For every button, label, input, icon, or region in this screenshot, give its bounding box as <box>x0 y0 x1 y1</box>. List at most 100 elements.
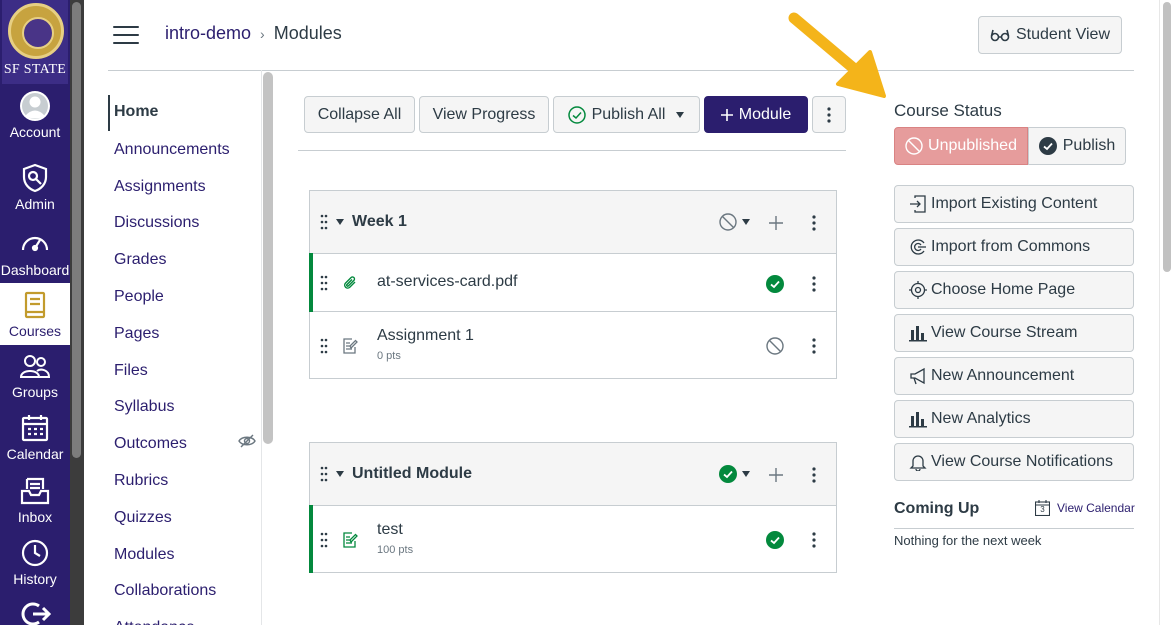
module-untitled: Untitled Module test 100 pts <box>309 442 837 573</box>
add-item-plus-icon[interactable] <box>769 468 783 482</box>
caret-down-icon[interactable] <box>336 471 344 477</box>
global-nav-label: Inbox <box>17 509 53 525</box>
caret-down-icon[interactable] <box>336 219 344 225</box>
module-publish-menu[interactable] <box>719 213 750 231</box>
kebab-icon[interactable] <box>812 467 816 483</box>
global-nav-dashboard[interactable]: Dashboard <box>0 228 70 290</box>
caret-down-icon <box>742 471 750 477</box>
global-nav-admin[interactable]: Admin <box>0 162 70 224</box>
global-nav-history[interactable]: History <box>0 537 70 599</box>
global-nav-label: Groups <box>12 384 58 400</box>
view-progress-label: View Progress <box>432 105 536 123</box>
paperclip-icon <box>344 276 356 289</box>
choose-home-page-button[interactable]: Choose Home Page <box>894 271 1134 309</box>
drag-handle-icon[interactable] <box>320 466 328 482</box>
new-announcement-button[interactable]: New Announcement <box>894 357 1134 395</box>
view-course-notifications-button[interactable]: View Course Notifications <box>894 443 1134 481</box>
check-circle-icon <box>567 105 586 124</box>
new-analytics-button[interactable]: New Analytics <box>894 400 1134 438</box>
global-nav-scrollbar[interactable] <box>70 0 84 625</box>
bell-icon <box>909 455 927 471</box>
check-circle-icon <box>1038 137 1057 155</box>
glasses-icon <box>990 29 1010 42</box>
drag-handle-icon[interactable] <box>320 532 328 548</box>
page-scrollbar[interactable] <box>1159 0 1173 625</box>
course-nav-rubrics[interactable]: Rubrics <box>114 472 168 490</box>
course-nav-files[interactable]: Files <box>114 362 148 380</box>
breadcrumb-current: Modules <box>273 23 342 43</box>
global-nav-label: Dashboard <box>0 262 70 278</box>
course-nav-attendance[interactable]: Attendance <box>114 619 195 625</box>
published-check-icon[interactable] <box>766 531 784 549</box>
course-nav-pages[interactable]: Pages <box>114 325 159 343</box>
global-nav: SF STATE Account Admin Dashboard Courses… <box>0 0 70 625</box>
calendar-icon <box>19 412 51 444</box>
course-nav-announcements[interactable]: Announcements <box>114 141 230 159</box>
publish-button[interactable]: Publish <box>1028 127 1126 165</box>
global-nav-inbox[interactable]: Inbox <box>0 475 70 537</box>
kebab-icon[interactable] <box>812 215 816 231</box>
kebab-icon[interactable] <box>812 276 816 292</box>
course-nav-modules[interactable]: Modules <box>114 546 174 564</box>
unpublished-icon[interactable] <box>766 337 784 355</box>
module-header[interactable]: Week 1 <box>310 191 836 254</box>
module-publish-menu[interactable] <box>719 465 750 483</box>
view-course-stream-button[interactable]: View Course Stream <box>894 314 1134 352</box>
course-nav-toggle-button[interactable] <box>113 26 139 46</box>
module-item[interactable]: test 100 pts <box>309 505 836 573</box>
admin-icon <box>19 162 51 194</box>
module-header[interactable]: Untitled Module <box>310 443 836 506</box>
course-nav-assignments[interactable]: Assignments <box>114 178 206 196</box>
plus-icon <box>720 108 733 121</box>
drag-handle-icon[interactable] <box>320 214 328 230</box>
import-existing-content-button[interactable]: Import Existing Content <box>894 185 1134 223</box>
module-item[interactable]: Assignment 1 0 pts <box>310 312 836 378</box>
global-nav-logout[interactable] <box>0 598 70 625</box>
global-nav-label: Calendar <box>6 446 64 462</box>
view-course-stream-label: View Course Stream <box>931 324 1078 341</box>
global-nav-groups[interactable]: Groups <box>0 350 70 412</box>
course-nav-people[interactable]: People <box>114 288 164 306</box>
collapse-all-button[interactable]: Collapse All <box>304 96 415 133</box>
course-nav-outcomes[interactable]: Outcomes <box>114 435 187 453</box>
global-nav-calendar[interactable]: Calendar <box>0 412 70 474</box>
global-nav-account[interactable]: Account <box>0 90 70 152</box>
global-nav-label: Admin <box>15 196 55 212</box>
course-nav-home[interactable]: Home <box>114 103 158 121</box>
unpublished-button[interactable]: Unpublished <box>894 127 1028 165</box>
import-from-commons-button[interactable]: Import from Commons <box>894 228 1134 266</box>
coming-up-divider <box>894 528 1134 529</box>
breadcrumb-course-link[interactable]: intro-demo <box>165 23 251 44</box>
view-progress-button[interactable]: View Progress <box>419 96 549 133</box>
unpublished-icon <box>719 213 737 231</box>
module-title: Week 1 <box>352 213 407 230</box>
view-calendar-link[interactable]: 3 View Calendar <box>1035 500 1135 516</box>
annotation-arrow-icon <box>788 12 886 98</box>
global-nav-courses[interactable]: Courses <box>0 283 70 345</box>
course-nav-syllabus[interactable]: Syllabus <box>114 398 174 416</box>
analytics-icon <box>909 412 927 428</box>
sf-state-logo[interactable]: SF STATE <box>2 0 68 84</box>
assignment-icon <box>343 338 358 354</box>
course-nav-grades[interactable]: Grades <box>114 251 166 269</box>
publish-all-button[interactable]: Publish All <box>553 96 700 133</box>
module-item-title[interactable]: at-services-card.pdf <box>377 273 518 291</box>
kebab-icon[interactable] <box>812 338 816 354</box>
module-item[interactable]: at-services-card.pdf <box>309 253 836 312</box>
course-nav-collaborations[interactable]: Collaborations <box>114 582 216 600</box>
drag-handle-icon[interactable] <box>320 275 328 291</box>
student-view-button[interactable]: Student View <box>978 16 1122 54</box>
kebab-icon[interactable] <box>812 532 816 548</box>
drag-handle-icon[interactable] <box>320 338 328 354</box>
module-item-title[interactable]: Assignment 1 <box>377 327 474 345</box>
courses-icon <box>19 289 51 321</box>
module-item-title[interactable]: test <box>377 521 403 539</box>
course-nav-discussions[interactable]: Discussions <box>114 214 199 232</box>
view-course-notifications-label: View Course Notifications <box>931 453 1114 470</box>
course-nav-scrollbar[interactable] <box>263 72 273 444</box>
new-analytics-label: New Analytics <box>931 410 1031 427</box>
published-check-icon[interactable] <box>766 275 784 293</box>
module-title: Untitled Module <box>352 465 472 482</box>
add-item-plus-icon[interactable] <box>769 216 783 230</box>
course-nav-quizzes[interactable]: Quizzes <box>114 509 172 527</box>
